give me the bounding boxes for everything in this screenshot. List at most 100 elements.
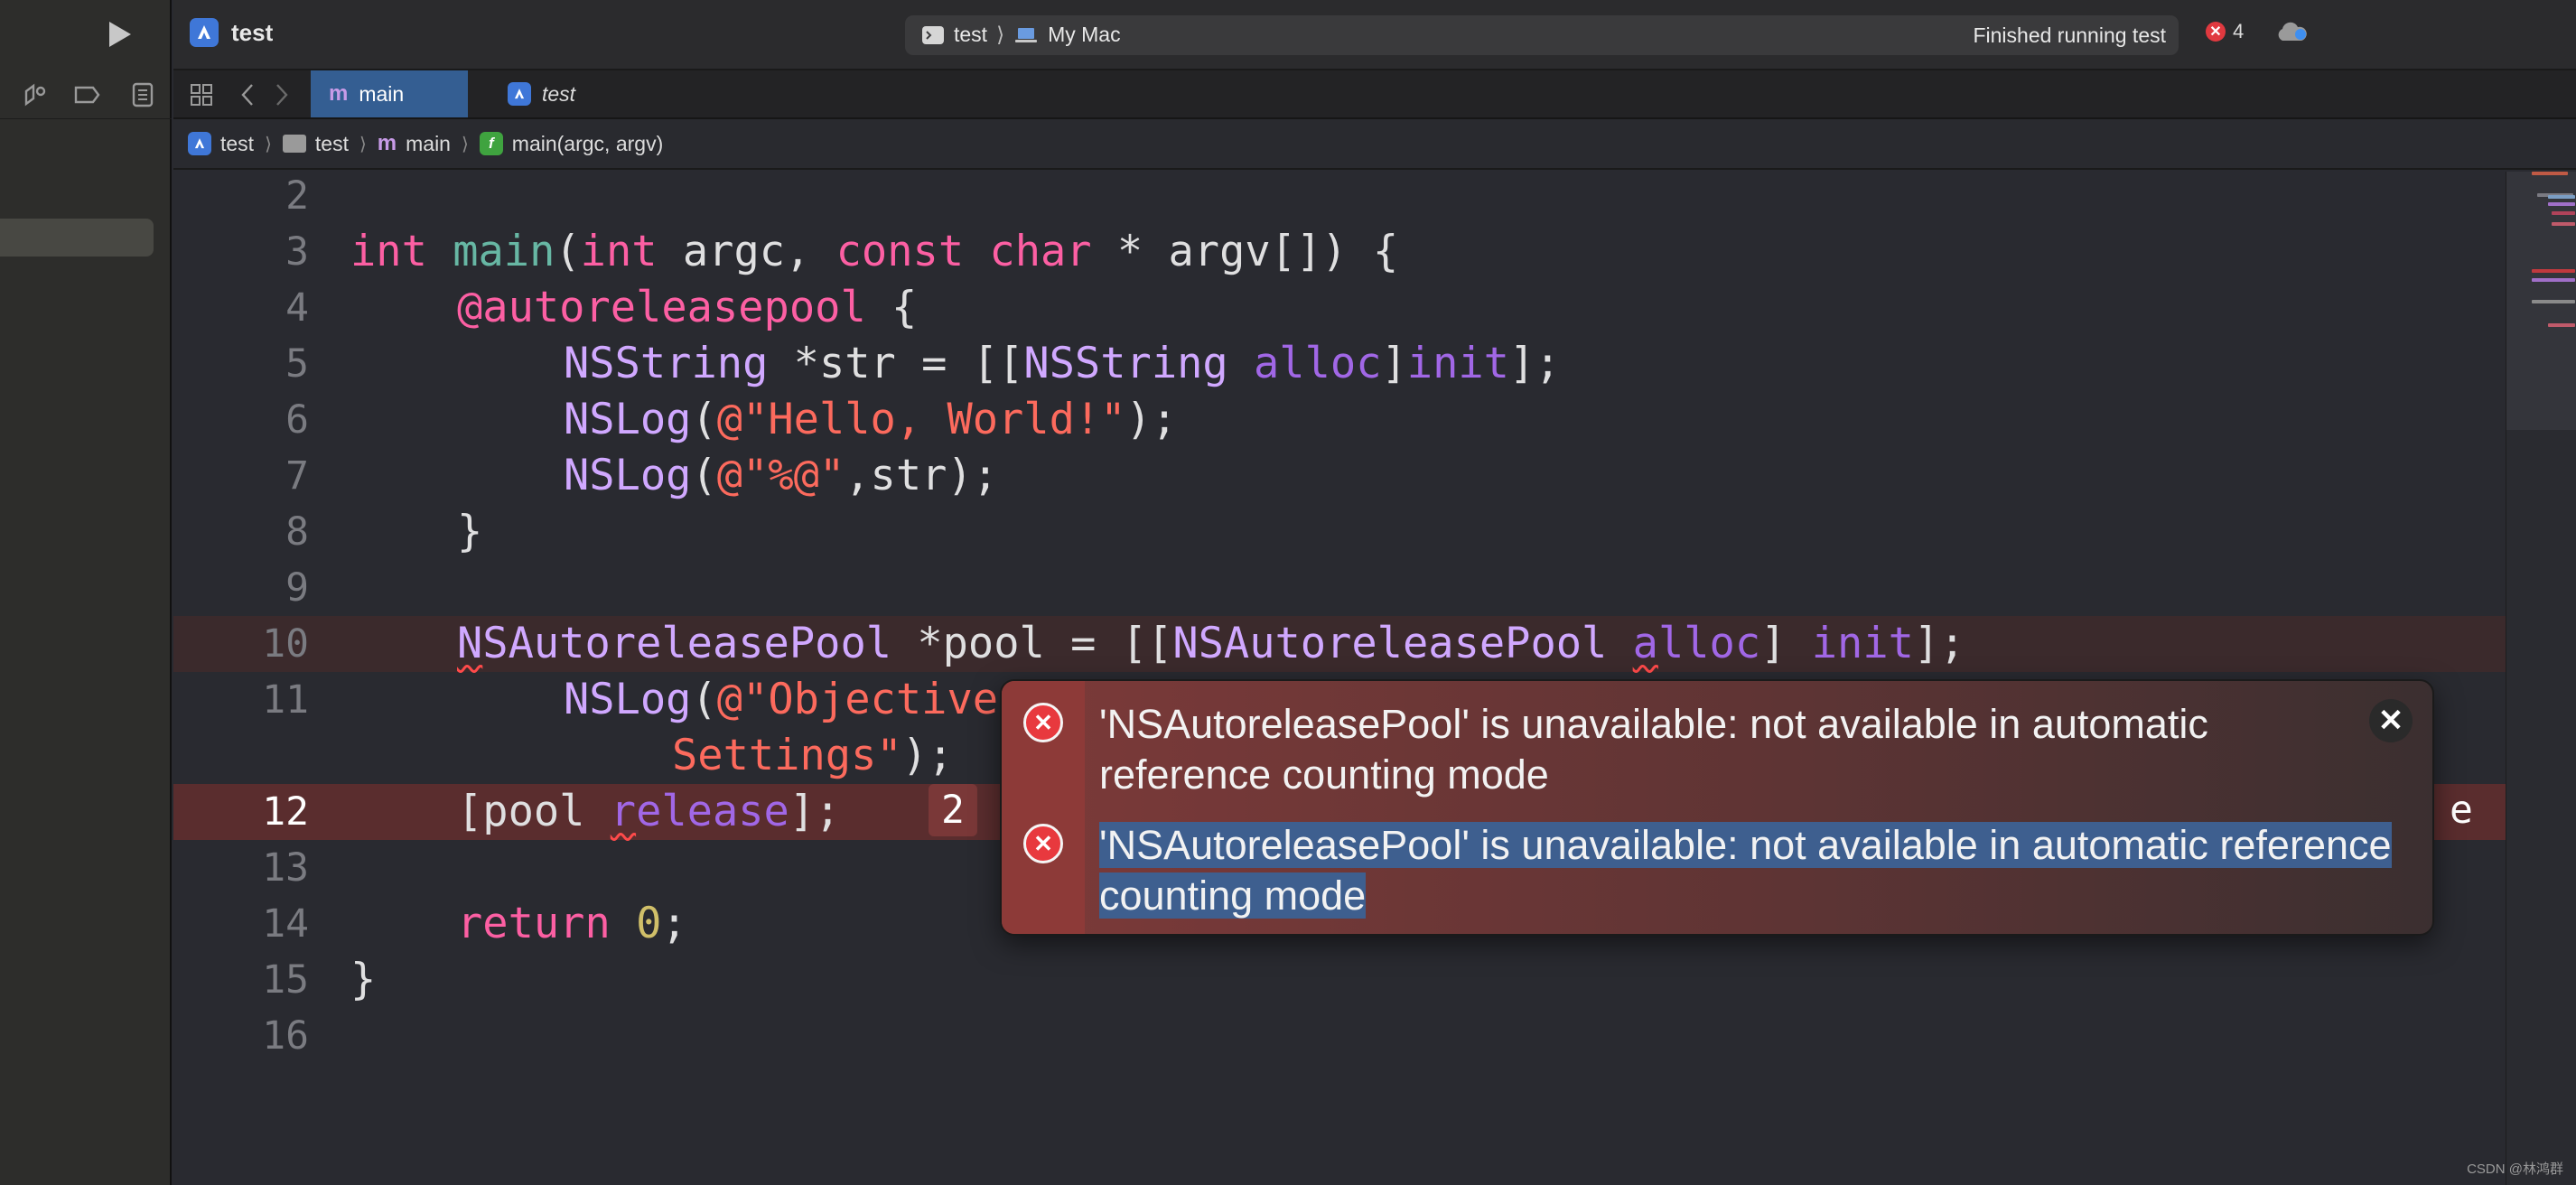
issue-count: 4 (2233, 20, 2245, 42)
code-line-error[interactable]: 10 NSAutoreleasePool *pool = [[NSAutorel… (173, 616, 2506, 672)
objc-file-icon: m (377, 131, 397, 155)
code-text: NSString *str = [[NSString alloc]init]; (564, 339, 1561, 388)
error-popover: ✕ 'NSAutoreleasePool' is unavailable: no… (1000, 679, 2434, 936)
minimap-mark (2532, 278, 2575, 282)
line-number: 8 (285, 509, 309, 555)
code-line[interactable]: 5 NSString *str = [[NSString alloc]init]… (173, 336, 2506, 392)
inspector-icon[interactable] (126, 81, 159, 108)
tab-test[interactable]: test (490, 70, 607, 117)
code-text: int main(int argc, const char * argv[]) … (350, 227, 1399, 276)
terminal-icon (922, 25, 944, 44)
code-text: [pool release]; (457, 787, 841, 836)
code-line[interactable]: 6 NSLog(@"Hello, World!"); (173, 392, 2506, 448)
line-number: 9 (285, 565, 309, 611)
code-line[interactable]: 16 (173, 1008, 2506, 1064)
code-line[interactable]: 4 @autoreleasepool { (173, 280, 2506, 336)
issue-indicator[interactable]: ✕ 4 (2206, 20, 2244, 43)
code-text: NSLog(@"%@",str); (564, 451, 999, 500)
toolbar: test test ⟩ My Mac Finished running test… (173, 0, 2576, 70)
project-title[interactable]: test (190, 18, 273, 47)
error-message-selected[interactable]: 'NSAutoreleasePool' is unavailable: not … (1099, 820, 2418, 921)
breadcrumb-separator: ⟩ (359, 134, 367, 154)
line-number: 4 (285, 285, 309, 331)
tab-main[interactable]: m main (311, 70, 468, 117)
function-icon: f (479, 132, 503, 155)
code-text: NSAutoreleasePool *pool = [[NSAutoreleas… (457, 619, 1965, 668)
code-text: NSLog(@"Objective (564, 675, 999, 724)
close-icon[interactable]: ✕ (2369, 699, 2413, 742)
back-arrow-icon[interactable] (238, 79, 257, 110)
source-editor[interactable]: 2 3 int main(int argc, const char * argv… (173, 172, 2506, 1185)
breadcrumb-symbol[interactable]: f main(argc, argv) (479, 131, 664, 156)
activity-status: Finished running test (1973, 23, 2166, 47)
code-text: NSLog(@"Hello, World!"); (564, 395, 1178, 444)
scheme-selector[interactable]: test ⟩ My Mac (921, 23, 1121, 47)
breadcrumb-project-label: test (220, 131, 255, 155)
scheme-destination[interactable]: My Mac (1048, 23, 1121, 47)
sidebar-selected-item[interactable] (0, 219, 154, 257)
breadcrumb-file-label: main (406, 131, 451, 155)
inline-error-text: e (2450, 788, 2473, 833)
minimap[interactable] (2506, 172, 2576, 1185)
navigator-tools-icon[interactable] (18, 81, 51, 108)
breadcrumb-symbol-label: main(argc, argv) (511, 131, 664, 155)
line-number: 5 (285, 341, 309, 387)
code-line[interactable]: 3 int main(int argc, const char * argv[]… (173, 224, 2506, 280)
line-number: 7 (285, 453, 309, 499)
inline-error-count: 2 (941, 788, 965, 833)
run-button[interactable] (101, 16, 137, 52)
inline-error-badge[interactable]: 2 (929, 784, 977, 836)
minimap-mark (2552, 211, 2575, 215)
breadcrumb: test ⟩ test ⟩ m main ⟩ f main(argc, argv… (173, 119, 2576, 170)
code-line[interactable]: 9 (173, 560, 2506, 616)
laptop-icon (1015, 27, 1038, 42)
activity-viewer: test ⟩ My Mac Finished running test (905, 15, 2179, 55)
breadcrumb-separator: ⟩ (265, 134, 272, 154)
breadcrumb-project[interactable]: test (188, 132, 254, 156)
line-number: 6 (285, 397, 309, 443)
error-icon: ✕ (1023, 703, 1063, 742)
minimap-mark (2532, 269, 2575, 273)
code-text: } (457, 507, 483, 556)
breadcrumb-folder[interactable]: test (282, 131, 349, 156)
scheme-separator: ⟩ (996, 23, 1005, 46)
folder-icon (282, 135, 306, 153)
error-message[interactable]: 'NSAutoreleasePool' is unavailable: not … (1099, 699, 2273, 800)
play-icon (109, 22, 131, 47)
xcode-app-icon (508, 82, 531, 106)
editor-tab-bar: m main test (173, 70, 2576, 119)
code-text: @autoreleasepool { (457, 283, 918, 332)
xcode-app-icon (188, 132, 211, 155)
line-number: 12 (262, 789, 309, 835)
minimap-mark (2548, 323, 2575, 327)
code-line[interactable]: 15 } (173, 952, 2506, 1008)
navigator-sidebar (0, 0, 172, 1185)
line-number: 13 (262, 845, 309, 891)
code-text: return 0; (457, 899, 687, 948)
error-icon: ✕ (2206, 22, 2226, 42)
code-text: } (350, 955, 377, 1004)
forward-arrow-icon[interactable] (273, 79, 291, 110)
breadcrumb-file[interactable]: m main (378, 131, 451, 156)
line-number: 11 (262, 677, 309, 723)
cloud-icon[interactable] (2274, 22, 2309, 48)
breadcrumb-folder-label: test (314, 131, 349, 155)
line-number: 16 (262, 1013, 309, 1059)
code-line[interactable]: 7 NSLog(@"%@",str); (173, 448, 2506, 504)
tab-test-label: test (542, 81, 576, 106)
grid-icon[interactable] (188, 79, 215, 110)
code-line[interactable]: 2 (173, 172, 2506, 224)
objc-file-icon: m (329, 81, 349, 106)
error-message-text: 'NSAutoreleasePool' is unavailable: not … (1099, 822, 2392, 919)
line-number: 10 (262, 621, 309, 667)
minimap-mark (2532, 300, 2575, 303)
xcode-app-icon (190, 18, 219, 47)
line-number: 3 (285, 229, 309, 275)
line-number: 14 (262, 901, 309, 947)
minimap-mark (2548, 195, 2575, 199)
code-line[interactable]: 8 } (173, 504, 2506, 560)
scheme-target[interactable]: test (954, 23, 987, 47)
minimap-mark (2532, 172, 2568, 175)
minimap-mark (2548, 202, 2575, 206)
tag-icon[interactable] (70, 81, 103, 108)
